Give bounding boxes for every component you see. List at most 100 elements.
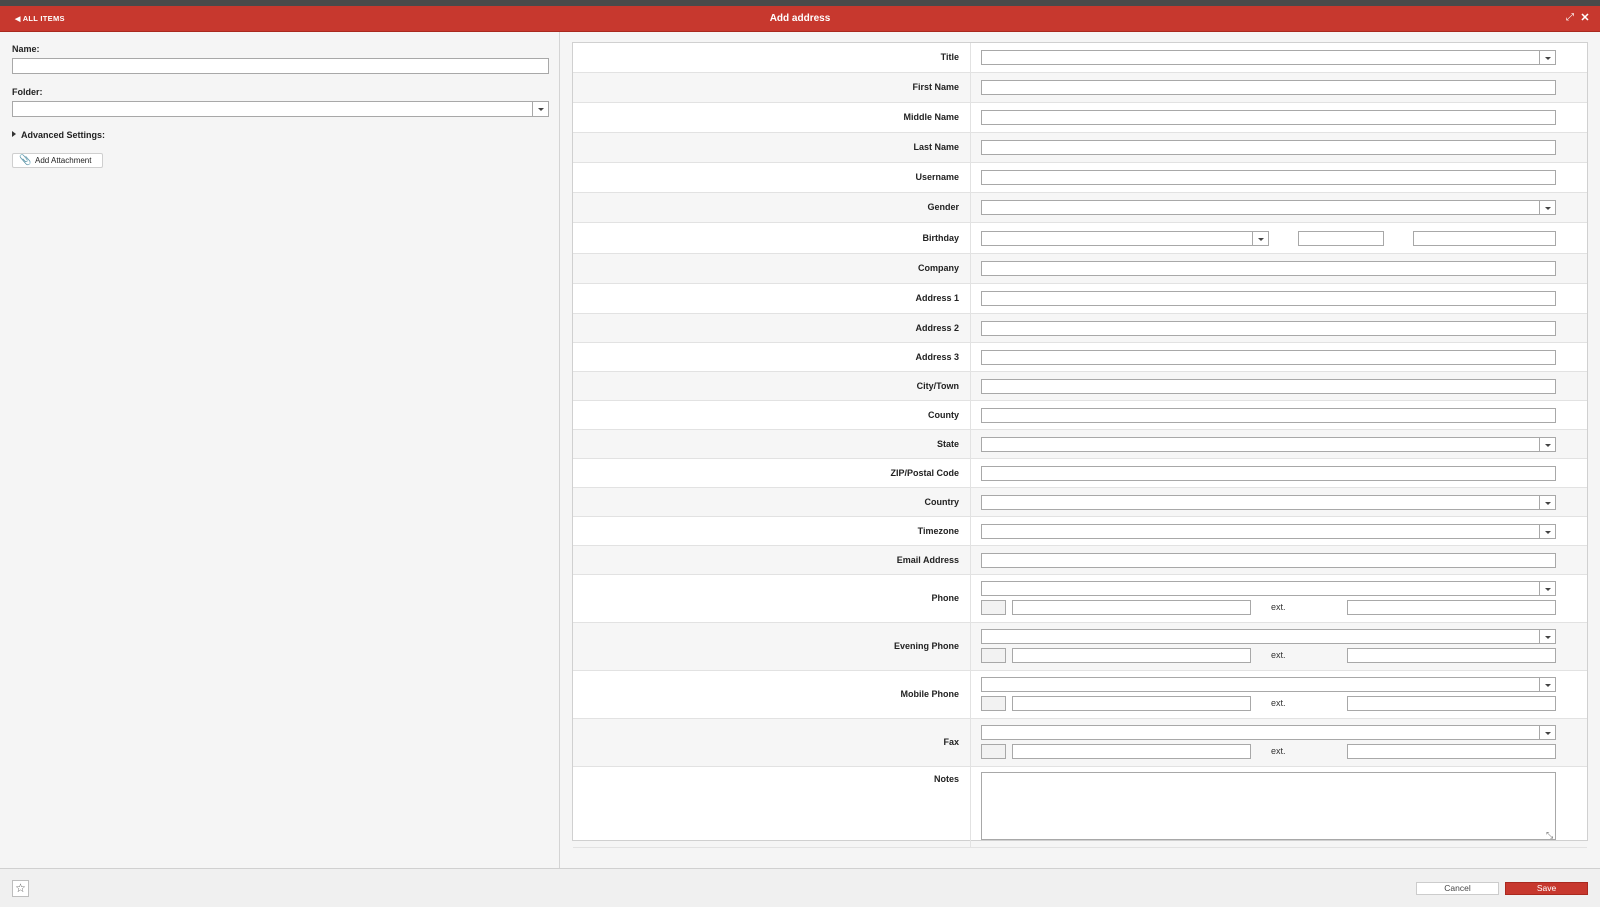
- last-name-input[interactable]: [981, 140, 1556, 155]
- advanced-settings-toggle[interactable]: Advanced Settings:: [12, 130, 105, 140]
- add-attachment-button[interactable]: 📎 Add Attachment: [12, 153, 103, 168]
- form-row-label-cell: Country: [573, 488, 971, 516]
- birthday-year-input[interactable]: [1413, 231, 1556, 246]
- form-row-notes: Notes ⤡: [573, 767, 1587, 848]
- form-row-title: Title: [573, 43, 1587, 73]
- mobile-phone-number-input[interactable]: [1012, 696, 1251, 711]
- form-row-label-cell: Address 1: [573, 284, 971, 313]
- form-row-email-address: Email Address: [573, 546, 1587, 575]
- fax-ext-input[interactable]: [1347, 744, 1556, 759]
- save-button[interactable]: Save: [1505, 882, 1588, 895]
- chevron-down-icon: [1539, 726, 1555, 739]
- fax-number-input[interactable]: [1012, 744, 1251, 759]
- form-row-label-cell: Gender: [573, 193, 971, 222]
- evening-phone-label: Evening Phone: [893, 641, 959, 651]
- evening-phone-ext-input[interactable]: [1347, 648, 1556, 663]
- county-input[interactable]: [981, 408, 1556, 423]
- add-attachment-label: Add Attachment: [35, 156, 92, 165]
- birthday-month-select[interactable]: [981, 231, 1269, 246]
- name-label: Name:: [12, 44, 40, 54]
- chevron-down-icon: [1539, 438, 1555, 451]
- name-input[interactable]: [12, 58, 549, 74]
- dialog-title: Add address: [769, 13, 831, 24]
- mobile-phone-ext-label: ext.: [1271, 698, 1286, 708]
- mobile-phone-ext-input[interactable]: [1347, 696, 1556, 711]
- form-row-label-cell: Phone: [573, 575, 971, 622]
- city-town-input[interactable]: [981, 379, 1556, 394]
- middle-name-input[interactable]: [981, 110, 1556, 125]
- mobile-phone-country-code-input[interactable]: [981, 696, 1006, 711]
- address-1-input[interactable]: [981, 291, 1556, 306]
- form-row-company: Company: [573, 254, 1587, 284]
- form-row-phone: Phone ext.: [573, 575, 1587, 623]
- form-row-label-cell: Address 3: [573, 343, 971, 371]
- form-row-label-cell: Birthday: [573, 223, 971, 253]
- state-select[interactable]: [981, 437, 1556, 452]
- evening-phone-number-input[interactable]: [1012, 648, 1251, 663]
- address-1-label: Address 1: [915, 293, 959, 303]
- form-row-zip-postal-code: ZIP/Postal Code: [573, 459, 1587, 488]
- email-address-input[interactable]: [981, 553, 1556, 568]
- company-input[interactable]: [981, 261, 1556, 276]
- username-label: Username: [915, 172, 959, 182]
- phone-number-input[interactable]: [1012, 600, 1251, 615]
- address-2-input[interactable]: [981, 321, 1556, 336]
- evening-phone-type-select[interactable]: [981, 629, 1556, 644]
- form-row-label-cell: Company: [573, 254, 971, 283]
- form-row-label-cell: City/Town: [573, 372, 971, 400]
- country-select[interactable]: [981, 495, 1556, 510]
- form-row-first-name: First Name: [573, 73, 1587, 103]
- phone-country-code-input[interactable]: [981, 600, 1006, 615]
- username-input[interactable]: [981, 170, 1556, 185]
- form-row-label-cell: Email Address: [573, 546, 971, 574]
- form-row-label-cell: County: [573, 401, 971, 429]
- fax-ext-label: ext.: [1271, 746, 1286, 756]
- form-row-birthday: Birthday: [573, 223, 1587, 254]
- form-row-label-cell: Last Name: [573, 133, 971, 162]
- timezone-select[interactable]: [981, 524, 1556, 539]
- phone-ext-input[interactable]: [1347, 600, 1556, 615]
- birthday-label: Birthday: [922, 233, 959, 243]
- timezone-label: Timezone: [917, 526, 959, 536]
- birthday-day-input[interactable]: [1298, 231, 1384, 246]
- fax-type-select[interactable]: [981, 725, 1556, 740]
- expand-icon[interactable]: ⤢: [1563, 11, 1577, 25]
- caret-right-icon: [12, 131, 16, 137]
- form-row-label-cell: Evening Phone: [573, 623, 971, 670]
- form-row-label-cell: Mobile Phone: [573, 671, 971, 718]
- notes-textarea[interactable]: [981, 772, 1556, 840]
- cancel-button[interactable]: Cancel: [1416, 882, 1499, 895]
- address-3-input[interactable]: [981, 350, 1556, 365]
- address-3-label: Address 3: [915, 352, 959, 362]
- notes-label: Notes: [933, 774, 959, 784]
- chevron-down-icon: [1539, 582, 1555, 595]
- county-label: County: [928, 410, 959, 420]
- star-icon[interactable]: ☆: [12, 880, 29, 897]
- form-row-label-cell: State: [573, 430, 971, 458]
- chevron-down-icon: [1539, 51, 1555, 64]
- close-icon[interactable]: ✕: [1578, 11, 1592, 25]
- company-label: Company: [917, 263, 959, 273]
- phone-type-select[interactable]: [981, 581, 1556, 596]
- state-label: State: [936, 439, 959, 449]
- fax-country-code-input[interactable]: [981, 744, 1006, 759]
- title-select[interactable]: [981, 50, 1556, 65]
- left-panel: Name: Folder: Advanced Settings: 📎 Add A…: [0, 32, 560, 868]
- zip-postal-code-label: ZIP/Postal Code: [890, 468, 959, 478]
- resize-grip-icon[interactable]: ⤡: [1546, 830, 1553, 841]
- form-row-mobile-phone: Mobile Phone ext.: [573, 671, 1587, 719]
- gender-select[interactable]: [981, 200, 1556, 215]
- form-row-label-cell: Title: [573, 43, 971, 72]
- form-row-label-cell: Username: [573, 163, 971, 192]
- address-form: Title First Name Middle Name Last Name Usern…: [572, 42, 1588, 848]
- zip-postal-code-input[interactable]: [981, 466, 1556, 481]
- folder-select[interactable]: [12, 101, 549, 117]
- gender-label: Gender: [927, 202, 959, 212]
- dialog-header: ◀ ALL ITEMS Add address ⤢ ✕: [0, 6, 1600, 32]
- mobile-phone-type-select[interactable]: [981, 677, 1556, 692]
- first-name-input[interactable]: [981, 80, 1556, 95]
- form-row-label-cell: Address 2: [573, 314, 971, 342]
- dialog-footer: ☆ Cancel Save: [0, 868, 1600, 907]
- evening-phone-country-code-input[interactable]: [981, 648, 1006, 663]
- form-row-timezone: Timezone: [573, 517, 1587, 546]
